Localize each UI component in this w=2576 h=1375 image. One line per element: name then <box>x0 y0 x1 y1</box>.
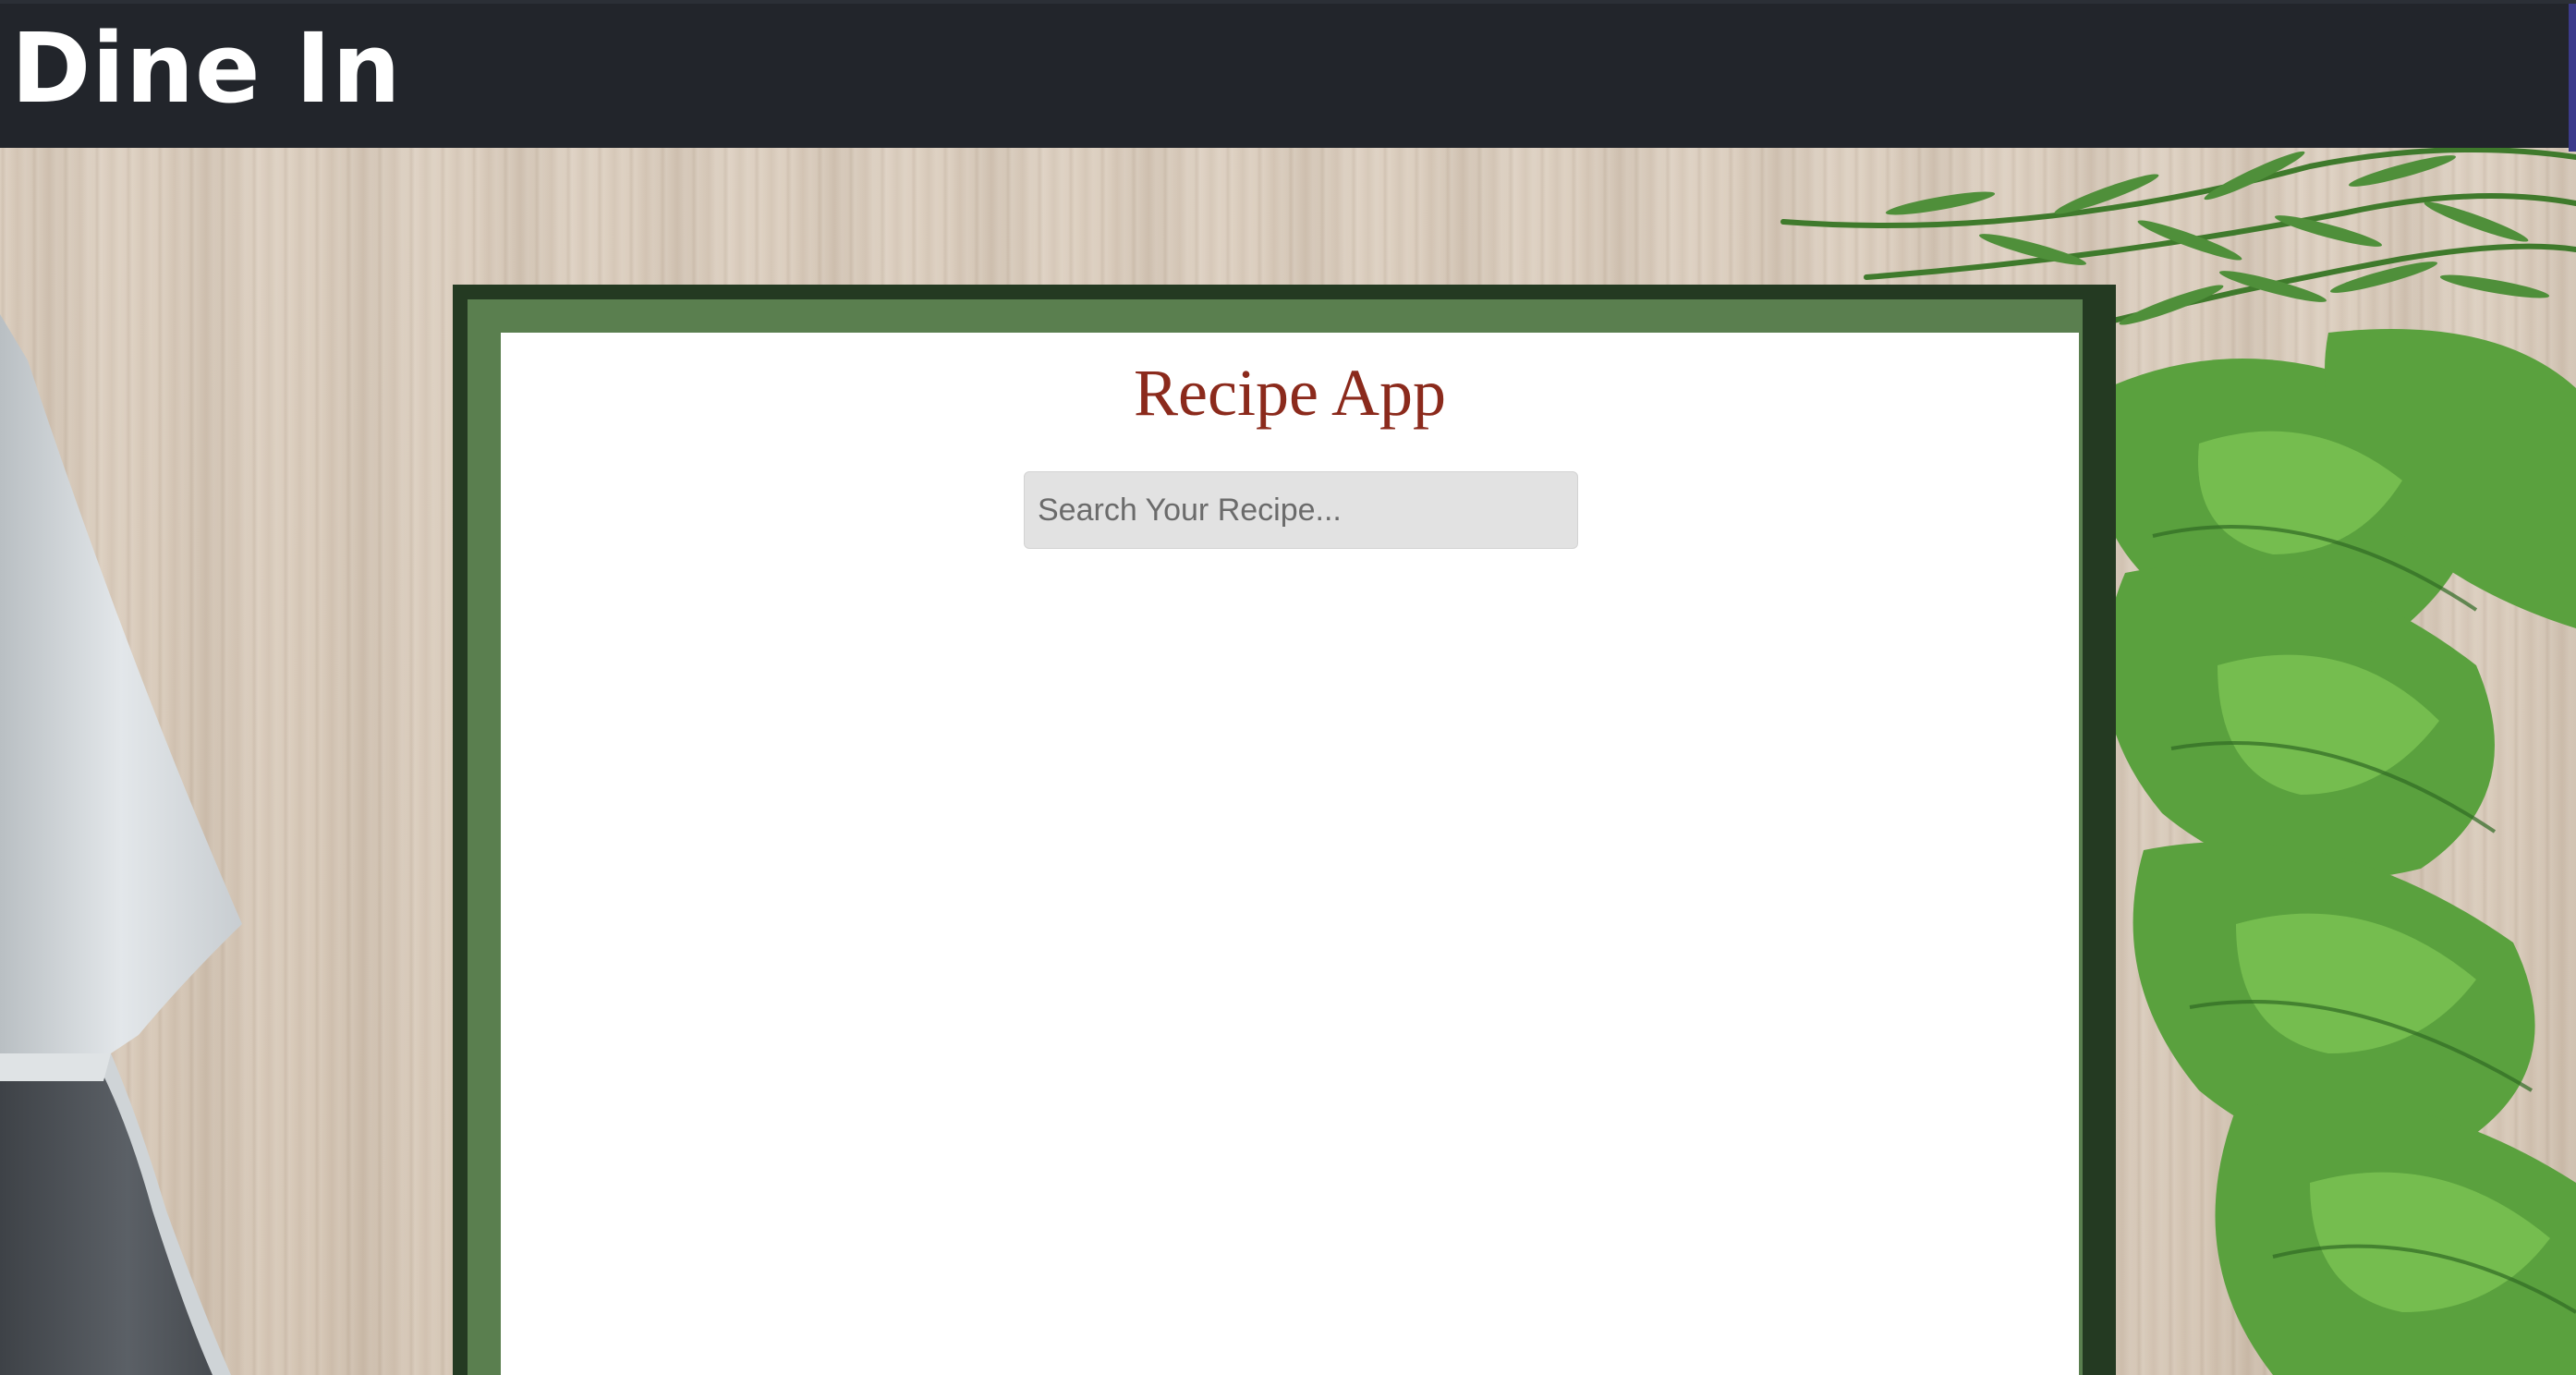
search-input[interactable] <box>1024 471 1578 549</box>
navbar: Dine In <box>0 0 2576 152</box>
recipe-card: Recipe App <box>501 333 2079 1375</box>
navbar-edge <box>2569 4 2576 152</box>
brand-title[interactable]: Dine In <box>11 20 402 116</box>
page: Dine In Recipe App Search Your Recipe... <box>0 0 2576 1375</box>
page-title: Recipe App <box>1134 356 1446 430</box>
knife-image <box>0 314 242 1375</box>
recipe-frame: Recipe App <box>453 285 2116 1375</box>
